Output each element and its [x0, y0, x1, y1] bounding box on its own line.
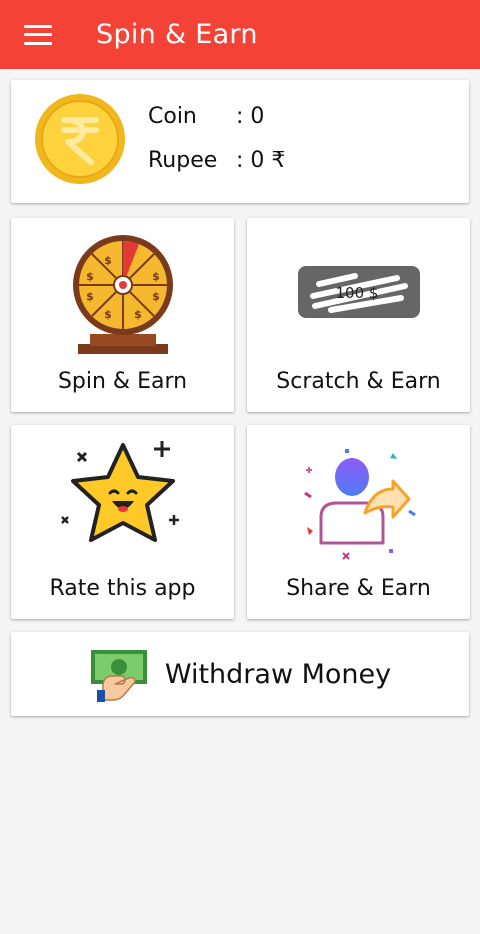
spin-earn-tile[interactable]: $ $ $ $ $ $ $ Spin & Earn	[11, 218, 234, 412]
svg-text:$: $	[86, 290, 94, 303]
rupee-value: : 0 ₹	[236, 148, 286, 173]
scratch-earn-label: Scratch & Earn	[276, 369, 441, 394]
share-earn-label: Share & Earn	[286, 576, 431, 601]
menu-icon[interactable]	[24, 24, 52, 45]
svg-text:$: $	[104, 308, 112, 321]
svg-text:$: $	[86, 270, 94, 283]
coin-balance: Coin : 0	[148, 104, 264, 129]
spin-earn-label: Spin & Earn	[57, 369, 188, 394]
rate-app-label: Rate this app	[49, 576, 196, 601]
balance-card: Coin : 0 Rupee : 0 ₹	[11, 80, 469, 203]
share-earn-tile[interactable]: Share & Earn	[247, 425, 470, 619]
share-user-icon	[303, 449, 416, 560]
app-bar: Spin & Earn	[0, 0, 480, 69]
rupee-label: Rupee	[148, 148, 218, 173]
svg-text:$: $	[152, 270, 160, 283]
svg-text:$: $	[152, 290, 160, 303]
withdraw-money-label: Withdraw Money	[164, 658, 392, 690]
withdraw-money-button[interactable]: Withdraw Money	[11, 632, 469, 716]
coin-label: Coin	[148, 104, 197, 129]
svg-text:$: $	[104, 254, 112, 267]
cash-hand-icon	[90, 650, 147, 702]
rupee-balance: Rupee : 0 ₹	[148, 148, 285, 173]
coin-value: : 0	[236, 104, 265, 129]
app-title: Spin & Earn	[96, 19, 258, 50]
rate-app-tile[interactable]: Rate this app	[11, 425, 234, 619]
scratch-earn-tile[interactable]: 100 $ Scratch & Earn	[247, 218, 470, 412]
smiling-star-icon	[60, 441, 179, 542]
scratch-card-icon: 100 $	[297, 266, 420, 318]
scratch-card-text: 100 $	[335, 284, 378, 302]
spin-wheel-icon: $ $ $ $ $ $ $	[72, 235, 173, 354]
rupee-coin-icon	[35, 94, 125, 184]
svg-text:$: $	[134, 308, 142, 321]
